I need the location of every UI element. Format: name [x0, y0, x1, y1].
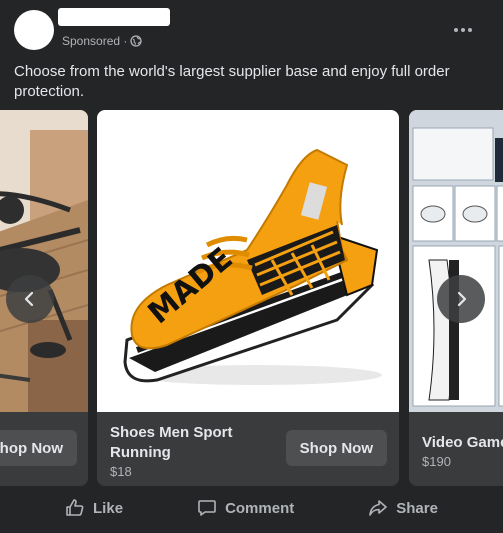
shoe-illustration: MADE: [123, 148, 382, 385]
sponsored-label[interactable]: Sponsored ·: [62, 34, 127, 48]
carousel-prev-button[interactable]: [6, 275, 54, 323]
share-label: Share: [396, 499, 438, 517]
product-price: $190: [422, 454, 451, 469]
post-actions-bar: Like Comment Share: [0, 488, 503, 528]
shop-now-button[interactable]: Shop Now: [0, 430, 77, 466]
like-label: Like: [93, 499, 124, 517]
card-footer: Shoes Men Sport Running $18 Shop Now: [97, 412, 399, 486]
share-icon: [369, 500, 388, 516]
like-button[interactable]: Like: [49, 492, 139, 524]
product-price: $18: [110, 464, 132, 479]
globe-icon: [130, 35, 143, 47]
video-game-image[interactable]: [409, 110, 503, 412]
comment-icon: [198, 500, 216, 516]
post-header: Sponsored ·: [0, 0, 503, 60]
post-caption: Choose from the world's largest supplier…: [14, 63, 450, 100]
product-carousel[interactable]: Shop Now MADE Shoes Men Sport Running: [0, 110, 503, 486]
more-horizontal-icon: [454, 28, 458, 32]
chevron-right-icon: [457, 291, 467, 307]
card-footer: Shop Now: [0, 412, 88, 486]
shop-now-button[interactable]: Shop Now: [285, 430, 387, 466]
shoe-image[interactable]: MADE: [97, 110, 399, 412]
more-options-button[interactable]: [445, 18, 481, 42]
product-title[interactable]: Shoes Men Sport Running: [110, 423, 290, 463]
share-button[interactable]: Share: [352, 492, 454, 524]
advertiser-name-redacted[interactable]: [58, 8, 170, 26]
comment-button[interactable]: Comment: [181, 492, 310, 524]
thumbs-up-icon: [66, 499, 84, 516]
sponsored-row: Sponsored ·: [62, 34, 143, 48]
chevron-left-icon: [24, 291, 34, 307]
carousel-card-shoes[interactable]: MADE Shoes Men Sport Running $18 Shop No…: [97, 110, 399, 486]
card-footer: Video Game $190: [409, 412, 503, 486]
drone-illustration: [0, 110, 88, 412]
advertiser-avatar[interactable]: [14, 10, 54, 50]
drone-image[interactable]: [0, 110, 88, 412]
product-title[interactable]: Video Game: [422, 433, 503, 453]
carousel-next-button[interactable]: [437, 275, 485, 323]
console-illustration: [409, 110, 503, 412]
comment-label: Comment: [225, 499, 295, 517]
